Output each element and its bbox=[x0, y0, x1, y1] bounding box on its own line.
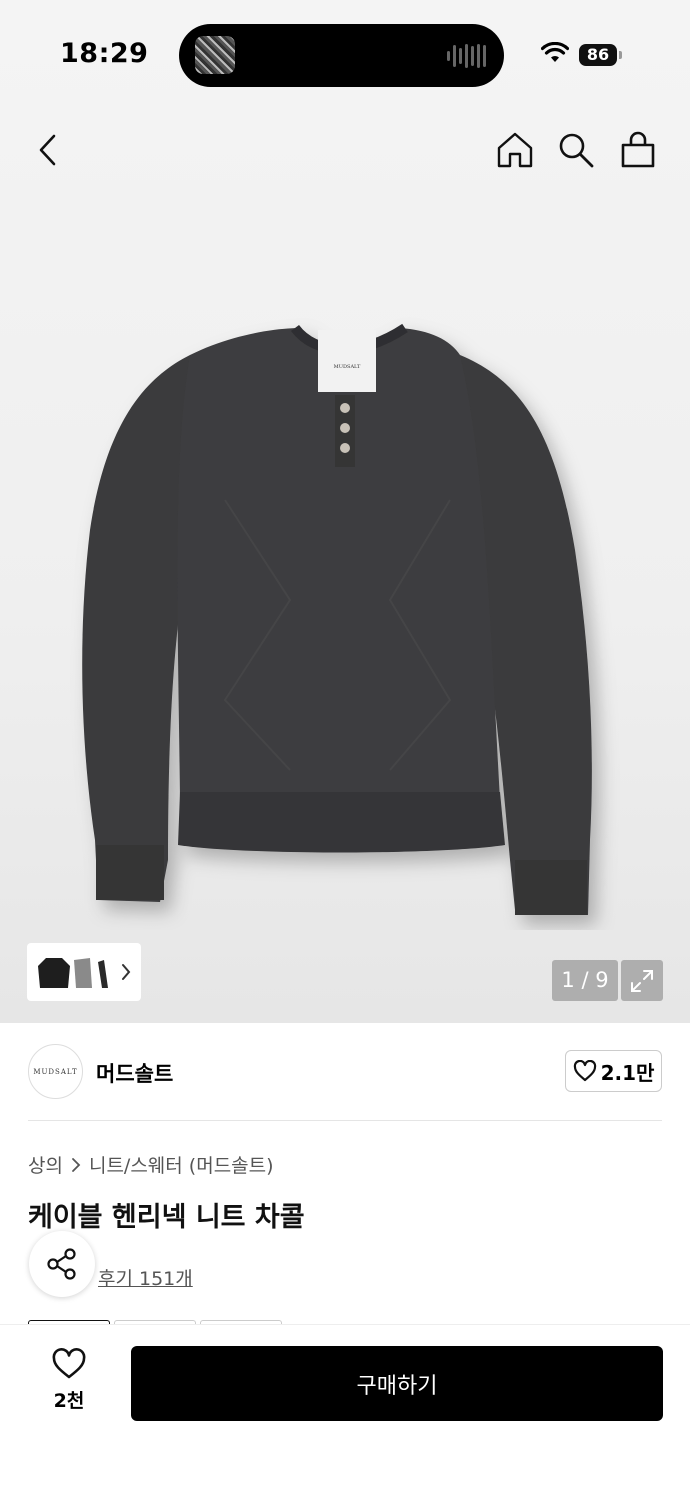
chevron-right-icon bbox=[72, 1157, 81, 1172]
heart-icon bbox=[573, 1060, 596, 1082]
brand-like-count: 2.1만 bbox=[600, 1060, 655, 1085]
expand-icon bbox=[631, 969, 653, 992]
cart-button[interactable] bbox=[618, 130, 658, 170]
bottom-like-count: 2천 bbox=[53, 1390, 85, 1412]
garment-label-text: MUDSALT bbox=[334, 364, 361, 370]
home-icon bbox=[497, 132, 533, 168]
thumbnail-strip[interactable] bbox=[27, 943, 141, 1001]
product-image-area[interactable]: 18:29 86 MUDSALT 1 / 9 bbox=[0, 0, 690, 1023]
divider bbox=[28, 1120, 662, 1121]
shopping-bag-icon bbox=[621, 131, 655, 168]
thumbnail-images bbox=[38, 958, 108, 988]
buy-button[interactable]: 구매하기 bbox=[131, 1346, 663, 1421]
search-icon bbox=[559, 133, 594, 168]
battery-indicator: 86 bbox=[579, 44, 617, 66]
brand-name[interactable]: 머드솔트 bbox=[96, 1058, 173, 1088]
now-playing-artwork bbox=[195, 36, 235, 74]
back-icon bbox=[39, 134, 56, 166]
audio-waveform-icon bbox=[447, 44, 486, 68]
product-title: 케이블 헨리넥 니트 차콜 bbox=[28, 1202, 305, 1233]
breadcrumb-category[interactable]: 상의 bbox=[28, 1151, 63, 1178]
product-photo: MUDSALT bbox=[82, 323, 592, 915]
review-link[interactable]: 후기 151개 bbox=[98, 1264, 193, 1291]
dynamic-island bbox=[179, 24, 504, 87]
share-icon bbox=[47, 1248, 76, 1280]
search-button[interactable] bbox=[556, 130, 596, 170]
breadcrumb: 상의 니트/스웨터 (머드솔트) bbox=[28, 1151, 274, 1178]
battery-nub bbox=[619, 51, 622, 59]
status-time: 18:29 bbox=[60, 38, 149, 69]
heart-icon bbox=[52, 1348, 86, 1379]
wifi-icon bbox=[541, 42, 569, 62]
back-button[interactable] bbox=[28, 130, 68, 170]
image-pager: 1 / 9 bbox=[552, 960, 618, 1001]
chevron-right-icon bbox=[122, 964, 131, 980]
home-button[interactable] bbox=[495, 130, 535, 170]
brand-logo[interactable]: MUDSALT bbox=[28, 1044, 83, 1099]
share-button[interactable] bbox=[29, 1231, 95, 1297]
breadcrumb-subcategory[interactable]: 니트/스웨터 (머드솔트) bbox=[89, 1151, 274, 1178]
expand-button[interactable] bbox=[621, 960, 663, 1001]
bottom-like-button[interactable]: 2천 bbox=[38, 1348, 100, 1413]
brand-like-button[interactable]: 2.1만 bbox=[565, 1050, 662, 1092]
